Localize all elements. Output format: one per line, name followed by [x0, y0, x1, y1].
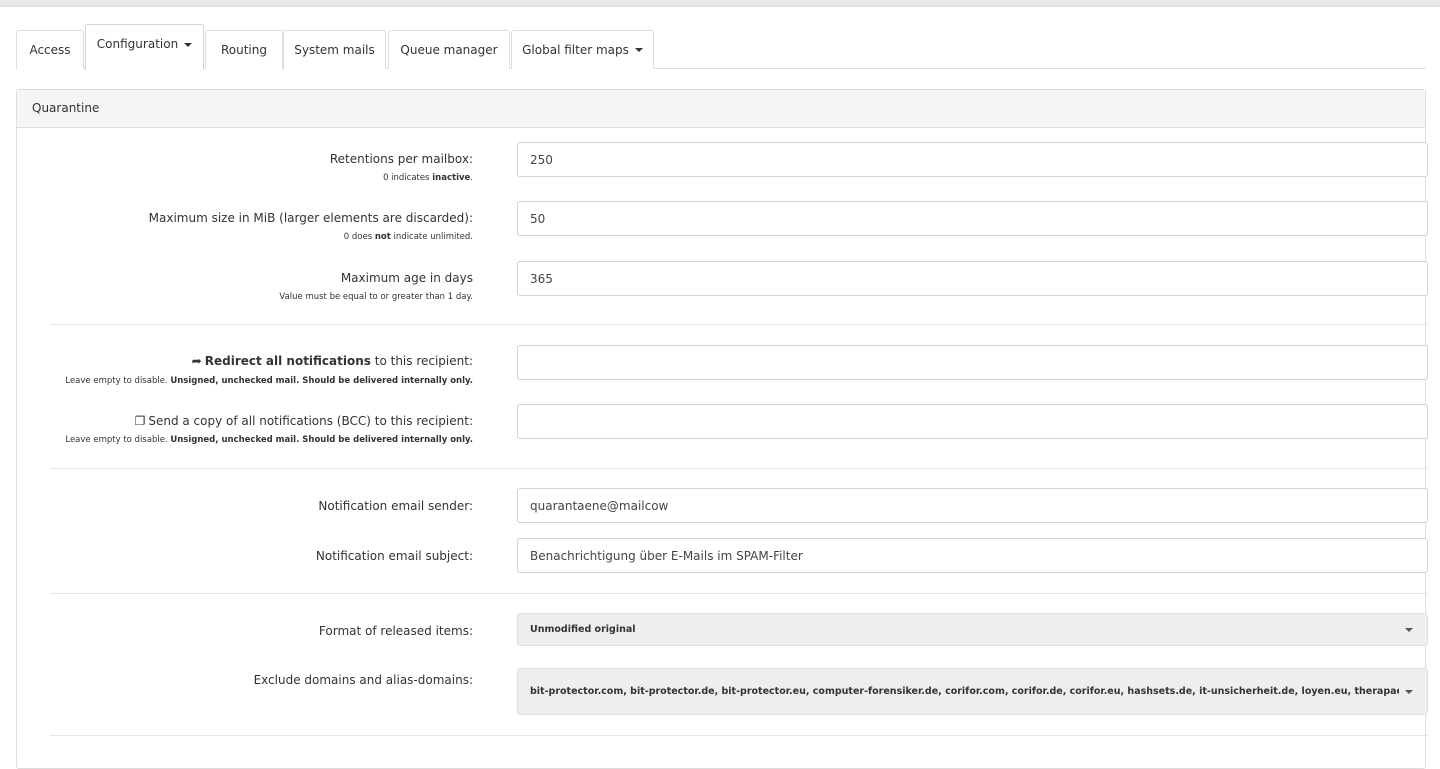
section-divider	[50, 324, 1428, 325]
max-age-label: Maximum age in days	[340, 271, 473, 285]
exclude-domains-select[interactable]: bit-protector.com, bit-protector.de, bit…	[517, 668, 1428, 715]
bcc-input[interactable]	[517, 404, 1428, 439]
subject-input[interactable]	[517, 538, 1428, 573]
retentions-label: Retentions per mailbox:	[329, 152, 473, 166]
retentions-input[interactable]	[517, 142, 1428, 177]
tab-configuration[interactable]: Configuration	[85, 24, 204, 70]
tab-queue-manager[interactable]: Queue manager	[388, 30, 510, 69]
max-size-help: 0 does not indicate unlimited.	[343, 232, 473, 242]
tab-label: System mails	[294, 43, 375, 57]
max-age-help: Value must be equal to or greater than 1…	[279, 292, 473, 302]
format-selected-value: Unmodified original	[530, 624, 636, 635]
section-divider	[50, 735, 1428, 736]
tab-routing[interactable]: Routing	[205, 30, 283, 69]
redirect-label: ➦ Redirect all notifications to this reci…	[191, 354, 473, 368]
copy-icon: ❐	[134, 414, 146, 428]
format-select[interactable]: Unmodified original	[517, 613, 1428, 646]
bcc-help: Leave empty to disable. Unsigned, unchec…	[65, 435, 473, 445]
max-size-label: Maximum size in MiB (larger elements are…	[148, 211, 473, 225]
bcc-label: ❐ Send a copy of all notifications (BCC) …	[134, 414, 473, 428]
sender-label: Notification email sender:	[318, 499, 473, 513]
tab-label: Queue manager	[400, 43, 498, 57]
tab-access[interactable]: Access	[16, 30, 84, 69]
caret-down-icon	[184, 43, 193, 47]
section-divider	[50, 593, 1428, 594]
sender-input[interactable]	[517, 488, 1428, 523]
share-arrow-icon: ➦	[191, 354, 202, 368]
caret-down-icon	[1405, 627, 1413, 632]
redirect-help: Leave empty to disable. Unsigned, unchec…	[65, 376, 473, 386]
tab-label: Access	[29, 43, 71, 57]
format-label: Format of released items:	[318, 624, 473, 638]
section-divider	[50, 468, 1428, 469]
tab-global-filter-maps[interactable]: Global filter maps	[511, 30, 654, 69]
top-bar	[0, 0, 1440, 7]
exclude-label: Exclude domains and alias-domains:	[253, 673, 473, 687]
max-size-input[interactable]	[517, 201, 1428, 236]
max-age-input[interactable]	[517, 261, 1428, 296]
caret-down-icon	[634, 48, 643, 52]
caret-down-icon	[1405, 689, 1413, 694]
retentions-help: 0 indicates inactive.	[383, 173, 473, 183]
redirect-input[interactable]	[517, 345, 1428, 380]
subject-label: Notification email subject:	[315, 549, 473, 563]
tab-label: Configuration	[96, 37, 179, 51]
tab-system-mails[interactable]: System mails	[283, 30, 386, 69]
exclude-selected-value: bit-protector.com, bit-protector.de, bit…	[530, 686, 1399, 697]
quarantine-panel: Quarantine Retentions per mailbox: 0 ind…	[16, 89, 1428, 769]
tab-label: Global filter maps	[522, 43, 629, 57]
tab-label: Routing	[220, 43, 267, 57]
nav-tabs: Access Configuration Routing System mail…	[16, 24, 1426, 70]
panel-title: Quarantine	[17, 90, 1425, 128]
